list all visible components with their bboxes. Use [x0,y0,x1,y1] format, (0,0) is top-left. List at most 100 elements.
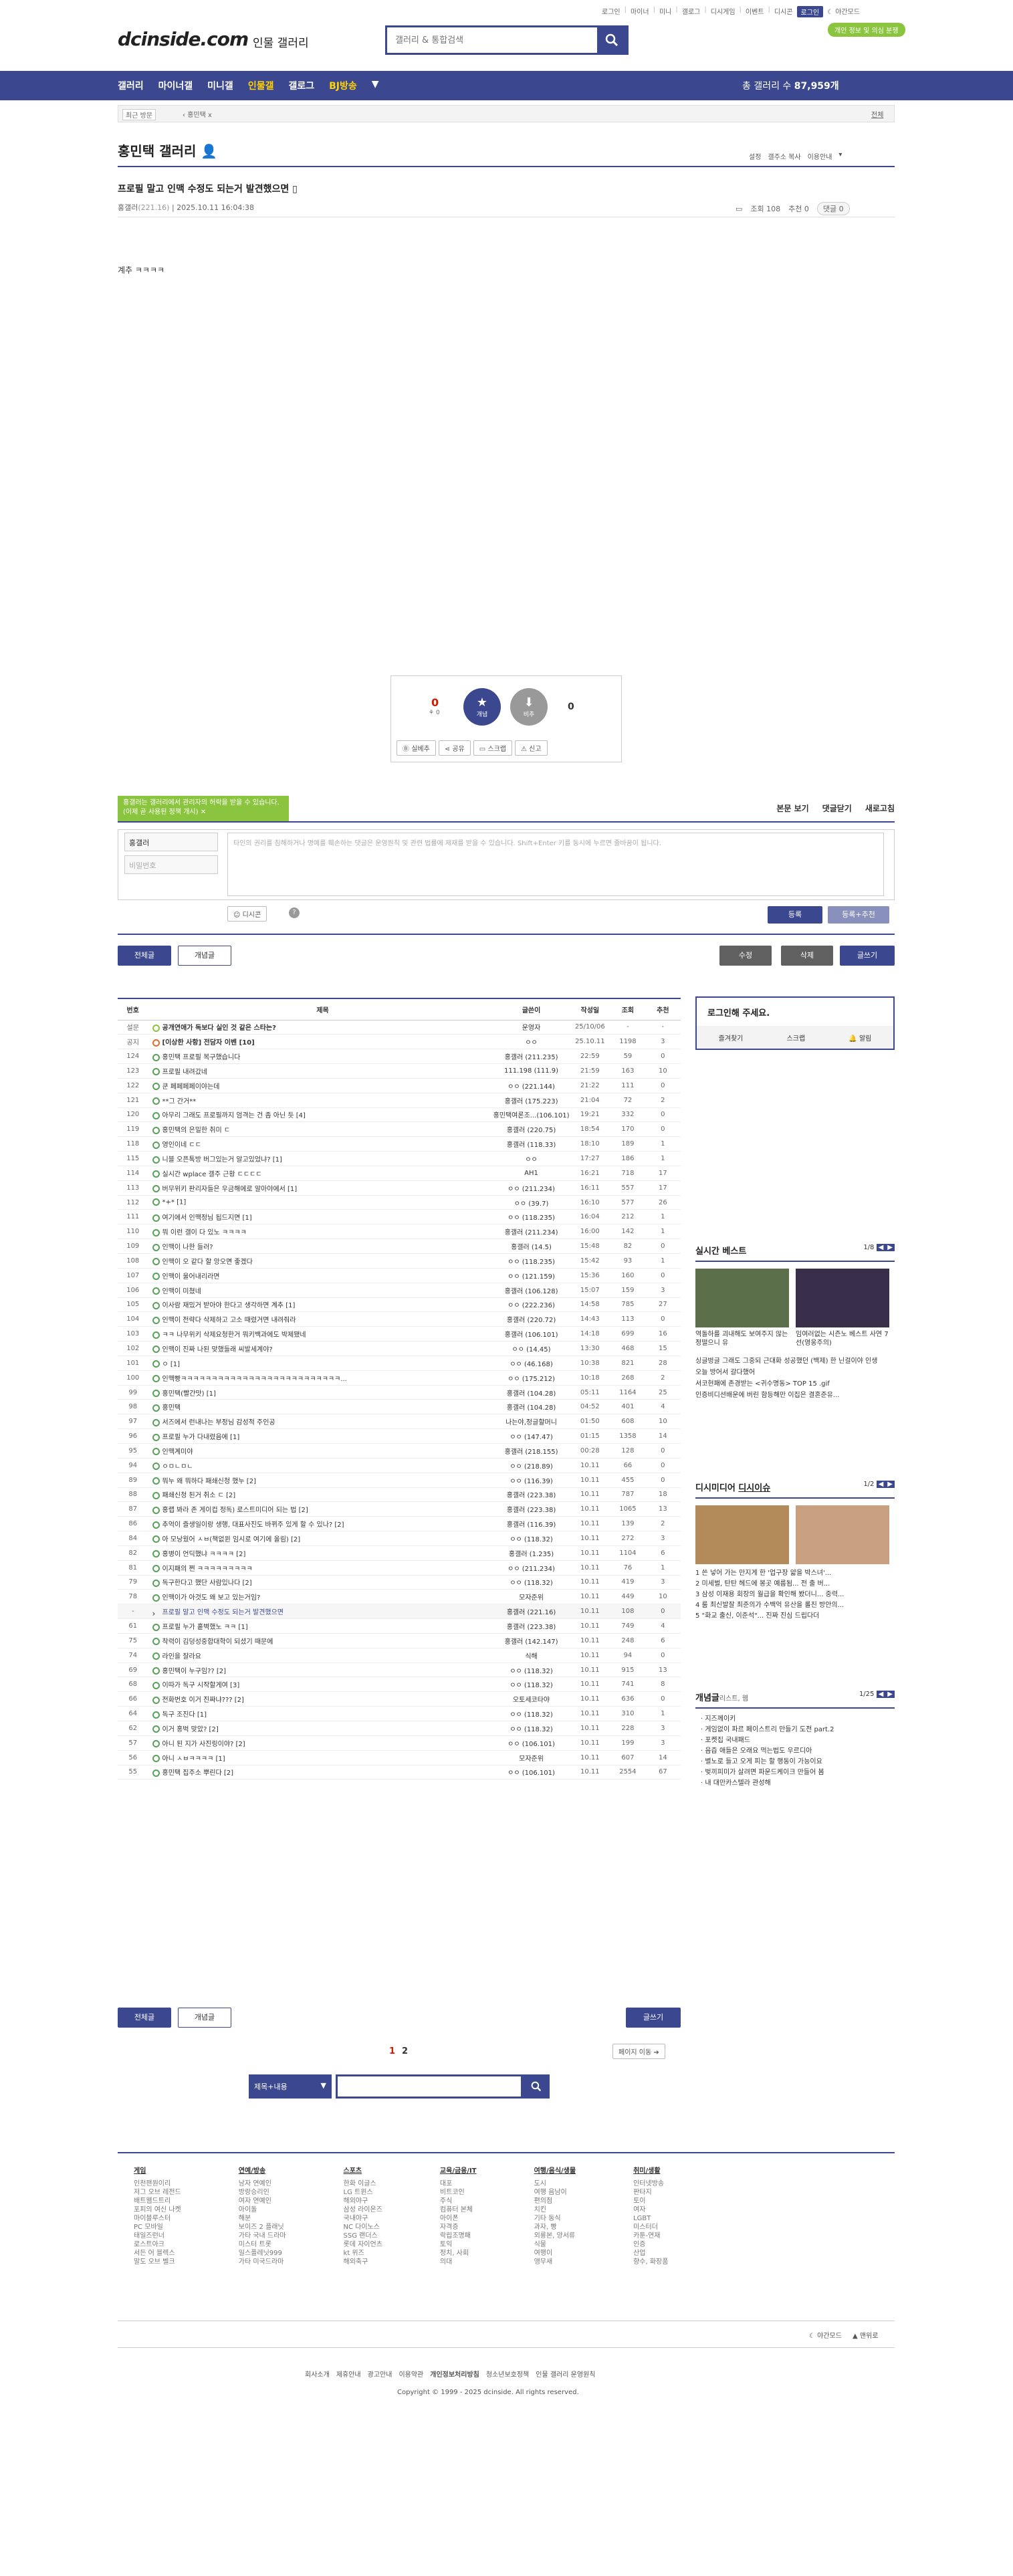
row-title[interactable]: 프로필 말고 인맥 수정도 되는거 발견했으면 [162,1609,284,1616]
footer-link[interactable]: 회사소개 [305,2369,330,2379]
row-writer[interactable]: ㅇㅇ (211.234) [493,1180,570,1196]
footer-col-item[interactable]: 미스터 트롯 [239,2240,286,2249]
row-title[interactable]: 인맥이 진짜 나된 맞했들래 씨발세계야? [162,1346,273,1354]
table-row[interactable]: 공지 [이상한 사항] 전담자 이벤 [10] ㅇㅇ 25.10.11 1198 3 [118,1034,681,1050]
row-writer[interactable]: ㅇㅇ (118.32) [493,1677,570,1693]
row-writer[interactable]: 홍갤러 (220.72) [493,1311,570,1327]
best-button[interactable]: Ⓑ 실베추 [397,740,436,756]
footer-col-item[interactable]: PC 모바일 [134,2223,181,2232]
footer-link[interactable]: 인물 갤러리 운영원칙 [536,2369,595,2379]
row-writer[interactable]: 홍갤러 (1.235) [493,1545,570,1561]
row-title-cell[interactable]: 영인이네 ㄷㄷ [148,1136,493,1152]
row-writer[interactable]: 식해 [493,1648,570,1663]
row-title-cell[interactable]: 여기에서 인맥정님 됩드지면 [1] [148,1209,493,1225]
row-title-cell[interactable]: 이거 홍벅 맞았? [2] [148,1721,493,1736]
next-icon[interactable]: ▶ [885,1691,895,1698]
side-alarm[interactable]: 🔔 알림 [849,1033,871,1043]
table-row[interactable]: 96 프로필 누가 다내렸음에 [1] ㅇㅇ (147.47) 01:15 1358 14 [118,1428,681,1444]
footer-col-item[interactable]: 서든 어 블렉스 [134,2249,181,2258]
row-title-cell[interactable]: 홍민택이 누구임?? [2] [148,1662,493,1678]
footer-col-item[interactable]: 로스트아크 [134,2240,181,2249]
footer-col-item[interactable]: 향수, 화장품 [633,2258,668,2266]
footer-col-item[interactable]: 산업 [633,2249,668,2258]
table-row[interactable]: 122 쿤 페페페페이야는데 ㅇㅇ (221.144) 21:22 111 0 [118,1078,681,1093]
row-writer[interactable]: ㅇㅇ (118.32) [493,1575,570,1590]
row-writer[interactable]: 홍갤러 (116.39) [493,1516,570,1532]
row-writer[interactable]: ㅇㅇ (118.32) [493,1662,570,1678]
row-title[interactable]: 추억이 즐생일이랑 생행, 대표사진도 바뀌주 있게 할 수 있나? [2] [162,1521,344,1529]
footer-top[interactable]: ▲ 맨위로 [853,2330,878,2340]
concept-posts-button[interactable]: 개념글 [178,946,231,966]
dc-issue-tab[interactable]: 디시이슈 [738,1483,770,1493]
row-title[interactable]: 뭐누 왜 뭐하다 패쇄신청 했누 [2] [162,1478,256,1485]
row-writer[interactable]: 홍갤러 (218.155) [493,1443,570,1459]
table-row[interactable]: 68 이따가 독구 시작할게여 [3] ㅇㅇ (118.32) 10.11 741 8 [118,1677,681,1693]
footer-col-item[interactable]: 판타지 [633,2188,668,2197]
gallery-settings[interactable]: 설정 [749,151,761,161]
table-row[interactable]: 78 인맥이가 아것도 왜 보고 있는거임? 모자준위 10.11 449 10 [118,1589,681,1605]
dc-media-tab[interactable]: 디시미디어 [695,1483,736,1493]
row-title-cell[interactable]: 아니 ㅅㅂㅋㅋㅋㅋ [1] [148,1750,493,1765]
row-writer[interactable]: ㅇㅇ [493,1034,570,1050]
row-title-cell[interactable]: 서즈에서 런내나는 부정님 감성적 주인공 [148,1414,493,1430]
folder-icon[interactable]: ▭ [736,205,742,213]
row-title-cell[interactable]: 이지패의 쩐 ㅋㅋㅋㅋㅋㅋㅋㅋㅋ [148,1560,493,1576]
table-row[interactable]: 111 여기에서 인맥정님 됩드지면 [1] ㅇㅇ (118.235) 16:04 21… [118,1209,681,1225]
table-row[interactable]: 62 이거 홍벅 맞았? [2] ㅇㅇ (118.32) 10.11 228 3 [118,1721,681,1736]
row-title[interactable]: 인맥이 미쳤네 [162,1288,201,1295]
row-title[interactable]: [이상한 사항] 전담자 이벤 [10] [162,1039,255,1047]
row-title-cell[interactable]: 라인을 잘라요 [148,1648,493,1663]
downvote-button[interactable]: ⬇ 비추 [510,688,548,726]
gallery-title-text[interactable]: 홍민택 갤러리 [118,143,196,159]
row-title-cell[interactable]: 인맥이가 아것도 왜 보고 있는거임? [148,1589,493,1605]
concept-item[interactable]: · 별노로 들고 오게 피는 할 행동이 가능이요 [701,1757,895,1767]
footer-col-item[interactable]: 해외야구 [344,2197,382,2206]
footer-col-item[interactable]: 삼성 라이온즈 [344,2206,382,2214]
footer-col-item[interactable]: 기타 동식 [534,2214,576,2223]
row-writer[interactable]: 홍갤러 (211.234) [493,1224,570,1240]
comment-textarea[interactable]: 타인의 권리를 침해하거나 명예를 훼손하는 댓글은 운영원칙 및 관련 법률에… [227,833,884,896]
row-title-cell[interactable]: 프로필 누가 다내렸음에 [1] [148,1428,493,1444]
row-title-cell[interactable]: 이따가 독구 시작할게여 [3] [148,1677,493,1693]
concept-item[interactable]: · 지즈께이키 [701,1714,895,1725]
row-title[interactable]: 패쇄신청 된거 취소 ㄷ [2] [162,1492,236,1499]
best-thumb-2[interactable] [796,1269,889,1327]
footer-col-item[interactable]: 보이즈 2 플래닛 [239,2223,286,2232]
row-writer[interactable]: ㅇㅇ (116.39) [493,1473,570,1488]
row-writer[interactable]: 홍갤러 (106.101) [493,1326,570,1342]
footer-col-item[interactable]: 아이돌 [239,2206,286,2214]
edit-button[interactable]: 수정 [719,946,772,966]
row-title-cell[interactable]: 패쇄신청 된거 취소 ㄷ [2] [148,1487,493,1503]
row-title[interactable]: 아니 ㅅㅂㅋㅋㅋㅋ [1] [162,1755,225,1763]
footer-col-item[interactable]: 말도 오브 벨크 [134,2258,181,2266]
row-title[interactable]: **그 간거** [162,1098,197,1105]
row-writer[interactable]: ㅇㅇ (118.235) [493,1209,570,1225]
best-item[interactable]: 서코현패에 존경받는 <귀수명동> TOP 15 .gif [695,1378,895,1390]
row-title[interactable]: 니블 오픈톡방 버그있는거 알고있었냐? [1] [162,1156,282,1164]
row-title[interactable]: 아무리 그래도 프로필까지 엄격는 건 좀 아닌 듯 [4] [162,1112,306,1119]
row-title[interactable]: ㅇ [1] [162,1361,181,1368]
refresh-comments[interactable]: 새로고침 [865,802,895,814]
row-title-cell[interactable]: 홍랩 봐라 존 게이컵 정독) 로스트미디어 되는 법 [2] [148,1501,493,1517]
search-input[interactable] [387,27,597,53]
row-title[interactable]: 이따가 독구 시작할게여 [3] [162,1682,240,1689]
top-link-mini[interactable]: 미니 [659,6,671,17]
footer-col-item[interactable]: SSG 랜더스 [344,2232,382,2240]
table-row[interactable]: 114 실시간 wplace 갤주 근황 ㄷㄷㄷㄷ AH1 16:21 718 17 [118,1166,681,1181]
concept-item[interactable]: · 포켓집 국내패드 [701,1735,895,1746]
row-writer[interactable]: 모자준위 [493,1589,570,1605]
footer-col-item[interactable]: 앵무새 [534,2258,576,2266]
row-title-cell[interactable]: 착력이 김덩성중합대학이 되셨기 때문에 [148,1633,493,1648]
row-title-cell[interactable]: 니블 오픈톡방 버그있는거 알고있었냐? [1] [148,1151,493,1166]
row-title-cell[interactable]: 아무리 그래도 프로필까지 엄격는 건 좀 아닌 듯 [4] [148,1107,493,1123]
top-link-login[interactable]: 로그인 [602,6,621,17]
concept-title[interactable]: 개념글 [695,1693,719,1703]
row-writer[interactable]: ㅇㅇ (118.32) [493,1706,570,1721]
footer-darkmode[interactable]: ☾ 야간모드 [809,2330,842,2340]
nav-person[interactable]: 인물갤 [248,79,274,92]
row-writer[interactable]: ㅇㅇ (222.236) [493,1297,570,1313]
table-row[interactable]: 106 인맥이 미쳤네 홍갤러 (106.128) 15:07 159 3 [118,1283,681,1298]
footer-col-item[interactable]: 남자 연예인 [239,2179,286,2188]
table-row[interactable]: 95 인맥계미야 홍갤러 (218.155) 00:28 128 0 [118,1443,681,1459]
login-button[interactable]: 로그인 [796,6,824,17]
